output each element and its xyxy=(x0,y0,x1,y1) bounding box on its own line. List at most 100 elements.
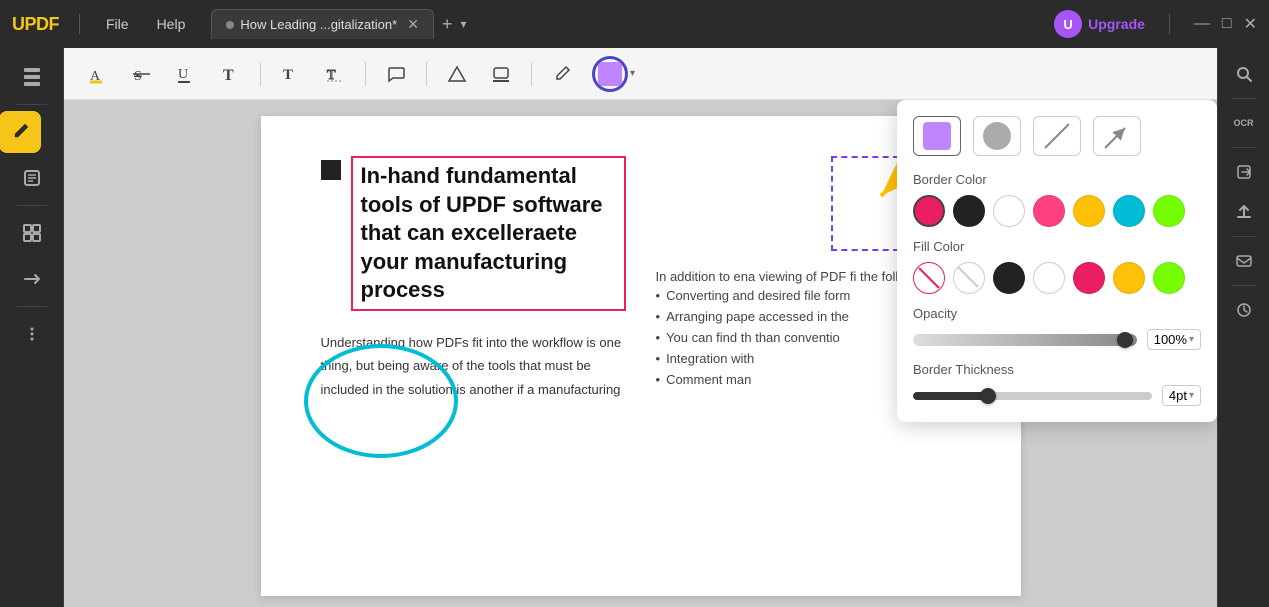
right-extract-icon[interactable] xyxy=(1226,154,1262,190)
fill-color-green[interactable] xyxy=(1153,262,1185,294)
heading-box: In-hand fundamental tools of UPDF softwa… xyxy=(321,156,626,311)
tab-dropdown-button[interactable]: ▾ xyxy=(460,17,466,31)
rectangle-shape-button[interactable] xyxy=(913,116,961,156)
arrow-preview xyxy=(1103,122,1131,150)
fill-color-red[interactable] xyxy=(1073,262,1105,294)
toolbar-divider-2 xyxy=(365,62,366,86)
opacity-value-display[interactable]: 100% ▾ xyxy=(1147,329,1201,350)
arrow-shape-button[interactable] xyxy=(1093,116,1141,156)
opacity-slider-thumb[interactable] xyxy=(1117,332,1133,348)
body-section: Understanding how PDFs fit into the work… xyxy=(321,331,626,401)
toolbar-divider-1 xyxy=(260,62,261,86)
sidebar-icon-pages[interactable] xyxy=(11,56,53,98)
svg-text:T: T xyxy=(223,67,234,84)
tab-title: How Leading ...gitalization* xyxy=(240,17,397,32)
markup-tool[interactable] xyxy=(439,56,475,92)
color-dropdown-arrow[interactable]: ▾ xyxy=(630,68,635,79)
border-color-black[interactable] xyxy=(953,195,985,227)
svg-text:T: T xyxy=(283,67,293,83)
titlebar: UPDF File Help How Leading ...gitalizati… xyxy=(0,0,1269,48)
color-swatch xyxy=(598,62,622,86)
color-panel: Border Color Fill Color xyxy=(897,100,1217,422)
right-divider-3 xyxy=(1232,236,1256,237)
color-tool-wrapper: ▾ xyxy=(592,56,635,92)
svg-text:S: S xyxy=(134,69,142,84)
thickness-slider[interactable] xyxy=(913,392,1152,400)
tab-close-button[interactable]: ✕ xyxy=(407,16,419,33)
fill-color-label: Fill Color xyxy=(913,239,1201,254)
left-column: In-hand fundamental tools of UPDF softwa… xyxy=(321,156,626,401)
fill-color-none[interactable] xyxy=(913,262,945,294)
close-button[interactable]: ✕ xyxy=(1244,14,1257,34)
main-area: A S U T T T xyxy=(0,48,1269,607)
fill-color-transparent[interactable] xyxy=(953,262,985,294)
fill-color-white[interactable] xyxy=(1033,262,1065,294)
app-logo: UPDF xyxy=(12,14,59,35)
thickness-slider-thumb[interactable] xyxy=(980,388,996,404)
border-color-green[interactable] xyxy=(1153,195,1185,227)
fill-color-yellow[interactable] xyxy=(1113,262,1145,294)
right-ocr-icon[interactable]: OCR xyxy=(1226,105,1262,141)
border-color-white[interactable] xyxy=(993,195,1025,227)
sidebar-icon-organize[interactable] xyxy=(11,212,53,254)
toolbar-divider-3 xyxy=(426,62,427,86)
opacity-row: 100% ▾ xyxy=(913,329,1201,350)
right-divider-1 xyxy=(1232,98,1256,99)
underline-tool[interactable]: U xyxy=(168,56,204,92)
opacity-slider[interactable] xyxy=(913,334,1137,346)
circle-annotation xyxy=(301,341,461,461)
sidebar-icon-convert[interactable] xyxy=(11,258,53,300)
pencil-tool[interactable] xyxy=(544,56,580,92)
window-controls: — □ ✕ xyxy=(1194,14,1257,34)
pdf-columns: In-hand fundamental tools of UPDF softwa… xyxy=(321,156,961,401)
right-history-icon[interactable] xyxy=(1226,292,1262,328)
minimize-button[interactable]: — xyxy=(1194,14,1210,34)
toolbar-divider-4 xyxy=(531,62,532,86)
thickness-value-text: 4pt xyxy=(1169,388,1187,403)
active-color-button[interactable] xyxy=(592,56,628,92)
thickness-row: 4pt ▾ xyxy=(913,385,1201,406)
menu-file[interactable]: File xyxy=(96,12,139,36)
right-search-icon[interactable] xyxy=(1226,56,1262,92)
border-color-row xyxy=(913,195,1201,227)
tab-dot xyxy=(226,21,234,29)
thickness-dropdown-arrow[interactable]: ▾ xyxy=(1189,390,1194,401)
opacity-dropdown-arrow[interactable]: ▾ xyxy=(1189,334,1194,345)
right-divider-2 xyxy=(1232,147,1256,148)
text-outline-tool[interactable]: T xyxy=(317,56,353,92)
border-color-red[interactable] xyxy=(913,195,945,227)
right-mail-icon[interactable] xyxy=(1226,243,1262,279)
stamp-tool[interactable] xyxy=(483,56,519,92)
menu-help[interactable]: Help xyxy=(147,12,196,36)
border-color-label: Border Color xyxy=(913,172,1201,187)
text-tool[interactable]: T xyxy=(212,56,248,92)
border-color-pink[interactable] xyxy=(1033,195,1065,227)
right-sidebar: OCR xyxy=(1217,48,1269,607)
thickness-value-display[interactable]: 4pt ▾ xyxy=(1162,385,1201,406)
circle-preview xyxy=(983,122,1011,150)
right-share-icon[interactable] xyxy=(1226,194,1262,230)
rectangle-preview xyxy=(923,122,951,150)
circle-shape-button[interactable] xyxy=(973,116,1021,156)
text-box-tool[interactable]: T xyxy=(273,56,309,92)
opacity-label: Opacity xyxy=(913,306,1201,321)
new-tab-button[interactable]: + xyxy=(442,14,453,35)
fill-color-row xyxy=(913,262,1201,294)
pdf-heading: In-hand fundamental tools of UPDF softwa… xyxy=(351,156,626,311)
border-color-teal[interactable] xyxy=(1113,195,1145,227)
line-shape-button[interactable] xyxy=(1033,116,1081,156)
sidebar-divider-3 xyxy=(17,306,47,307)
active-tab[interactable]: How Leading ...gitalization* ✕ xyxy=(211,9,434,39)
sidebar-icon-annotate[interactable] xyxy=(0,111,41,153)
sidebar-icon-more[interactable] xyxy=(11,313,53,355)
border-color-yellow[interactable] xyxy=(1073,195,1105,227)
sidebar-icon-edit[interactable] xyxy=(11,157,53,199)
comment-tool[interactable] xyxy=(378,56,414,92)
svg-text:U: U xyxy=(178,67,188,82)
strikethrough-tool[interactable]: S xyxy=(124,56,160,92)
user-avatar: U xyxy=(1054,10,1082,38)
fill-color-black[interactable] xyxy=(993,262,1025,294)
upgrade-button[interactable]: U Upgrade xyxy=(1054,10,1145,38)
highlight-tool[interactable]: A xyxy=(80,56,116,92)
maximize-button[interactable]: □ xyxy=(1222,14,1232,34)
